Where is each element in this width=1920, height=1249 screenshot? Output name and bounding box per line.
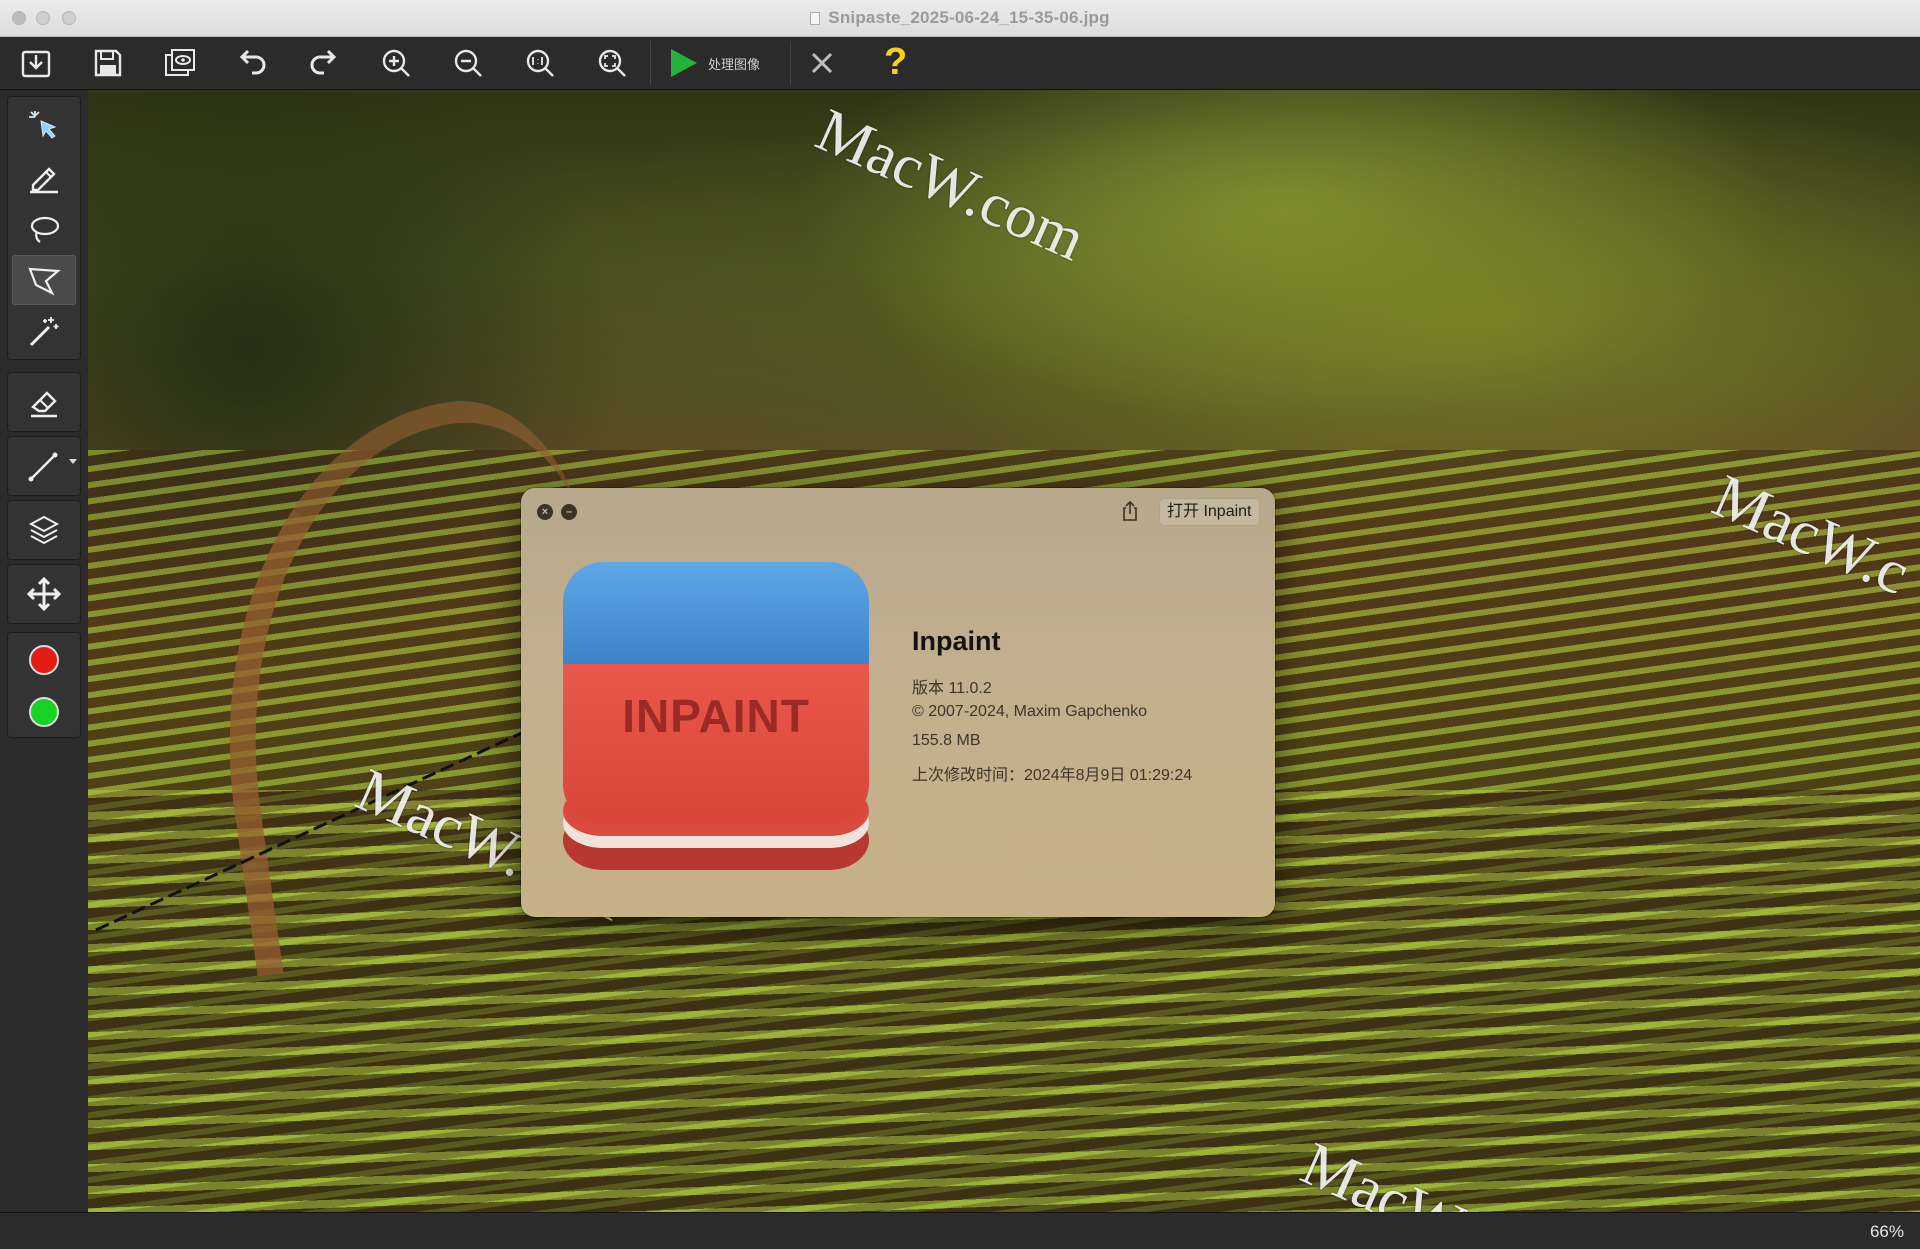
- layers-tool-group: [7, 500, 81, 560]
- marker-icon: [30, 167, 58, 194]
- lasso-icon: [30, 216, 60, 243]
- zoom-level: 66%: [1869, 1222, 1904, 1241]
- help-button[interactable]: ?: [884, 40, 907, 84]
- redo-icon: [310, 49, 337, 75]
- cancel-process-button[interactable]: [800, 42, 844, 84]
- open-image-icon: [21, 50, 51, 78]
- redo-button[interactable]: [302, 42, 346, 84]
- share-button[interactable]: [1119, 500, 1141, 522]
- main-toolbar: 处理图像 ?: [0, 37, 1920, 90]
- save-icon: [94, 49, 122, 77]
- line-icon: [28, 452, 58, 482]
- move-tool-group: [7, 564, 81, 624]
- line-tool-dropdown-arrow[interactable]: [69, 459, 77, 464]
- move-tool[interactable]: [12, 569, 76, 619]
- title-bar: Snipaste_2025-06-24_15-35-06.jpg: [0, 0, 1920, 37]
- smart-selection-tool[interactable]: [12, 101, 76, 151]
- preview-button[interactable]: [158, 42, 202, 84]
- zoom-in-icon: [382, 49, 410, 77]
- status-bar: 66%: [0, 1212, 1920, 1249]
- lasso-tool[interactable]: [12, 205, 76, 255]
- close-icon: ×: [541, 506, 549, 518]
- red-swatch: [29, 645, 59, 675]
- document-icon: [810, 11, 821, 25]
- app-window: Snipaste_2025-06-24_15-35-06.jpg 处理图像 ? …: [0, 0, 1920, 1249]
- layers-tool[interactable]: [12, 505, 76, 555]
- line-tool-group: [7, 436, 81, 496]
- marker-tool[interactable]: [12, 153, 76, 203]
- open-inpaint-button[interactable]: 打开 Inpaint: [1159, 498, 1260, 526]
- polygon-lasso-icon: [28, 267, 61, 296]
- toolbar-separator: [790, 41, 791, 85]
- layers-icon: [28, 515, 60, 545]
- window-title: Snipaste_2025-06-24_15-35-06.jpg: [828, 8, 1110, 27]
- zoom-out-button[interactable]: [446, 42, 490, 84]
- minus-icon: –: [565, 506, 573, 518]
- move-arrows-icon: [26, 576, 62, 612]
- zoom-in-button[interactable]: [374, 42, 418, 84]
- version-text: 版本 11.0.2: [912, 680, 992, 697]
- magic-wand-icon: [29, 317, 59, 347]
- dialog-close-button[interactable]: ×: [537, 504, 553, 520]
- undo-button[interactable]: [230, 42, 274, 84]
- eraser-tool-group: [7, 372, 81, 432]
- modified-date-text: 上次修改时间：2024年8月9日 01:29:24: [912, 767, 1193, 784]
- background-color-swatch[interactable]: [12, 687, 76, 737]
- eraser-icon: [31, 391, 57, 418]
- selection-tool-group: [7, 96, 81, 360]
- foreground-color-swatch[interactable]: [12, 635, 76, 685]
- actual-size-button[interactable]: [518, 42, 562, 84]
- process-image-label: 处理图像: [708, 56, 761, 72]
- green-swatch: [29, 697, 59, 727]
- eraser-tool[interactable]: [12, 377, 76, 427]
- color-swatches: [7, 632, 81, 738]
- about-dialog: × – 打开 Inpaint INPAINT Inpaint 版本 11.0.2…: [521, 488, 1275, 917]
- close-icon: [811, 52, 833, 74]
- save-button[interactable]: [86, 42, 130, 84]
- fit-to-window-icon: [598, 49, 626, 77]
- line-tool[interactable]: [12, 441, 76, 491]
- window-title-area: Snipaste_2025-06-24_15-35-06.jpg: [0, 0, 1920, 36]
- fit-to-window-button[interactable]: [590, 42, 634, 84]
- play-icon: [671, 49, 697, 77]
- tool-palette: [0, 90, 89, 1212]
- undo-icon: [239, 49, 266, 75]
- inpaint-app-icon: INPAINT: [563, 562, 869, 870]
- preview-icon: [165, 49, 195, 76]
- dialog-minimize-button[interactable]: –: [561, 504, 577, 520]
- copyright-text: © 2007-2024, Maxim Gapchenko: [912, 703, 1148, 720]
- icon-brand-text: INPAINT: [622, 690, 810, 742]
- app-name: Inpaint: [912, 626, 1001, 656]
- actual-size-icon: [526, 49, 554, 77]
- open-image-button[interactable]: [14, 42, 58, 84]
- polygonal-lasso-tool[interactable]: [12, 255, 76, 305]
- magic-pointer-icon: [29, 111, 57, 139]
- magic-wand-tool[interactable]: [12, 307, 76, 357]
- toolbar-separator: [650, 41, 651, 85]
- zoom-out-icon: [454, 49, 482, 77]
- app-size-text: 155.8 MB: [912, 732, 981, 749]
- process-image-button[interactable]: 处理图像: [666, 42, 760, 84]
